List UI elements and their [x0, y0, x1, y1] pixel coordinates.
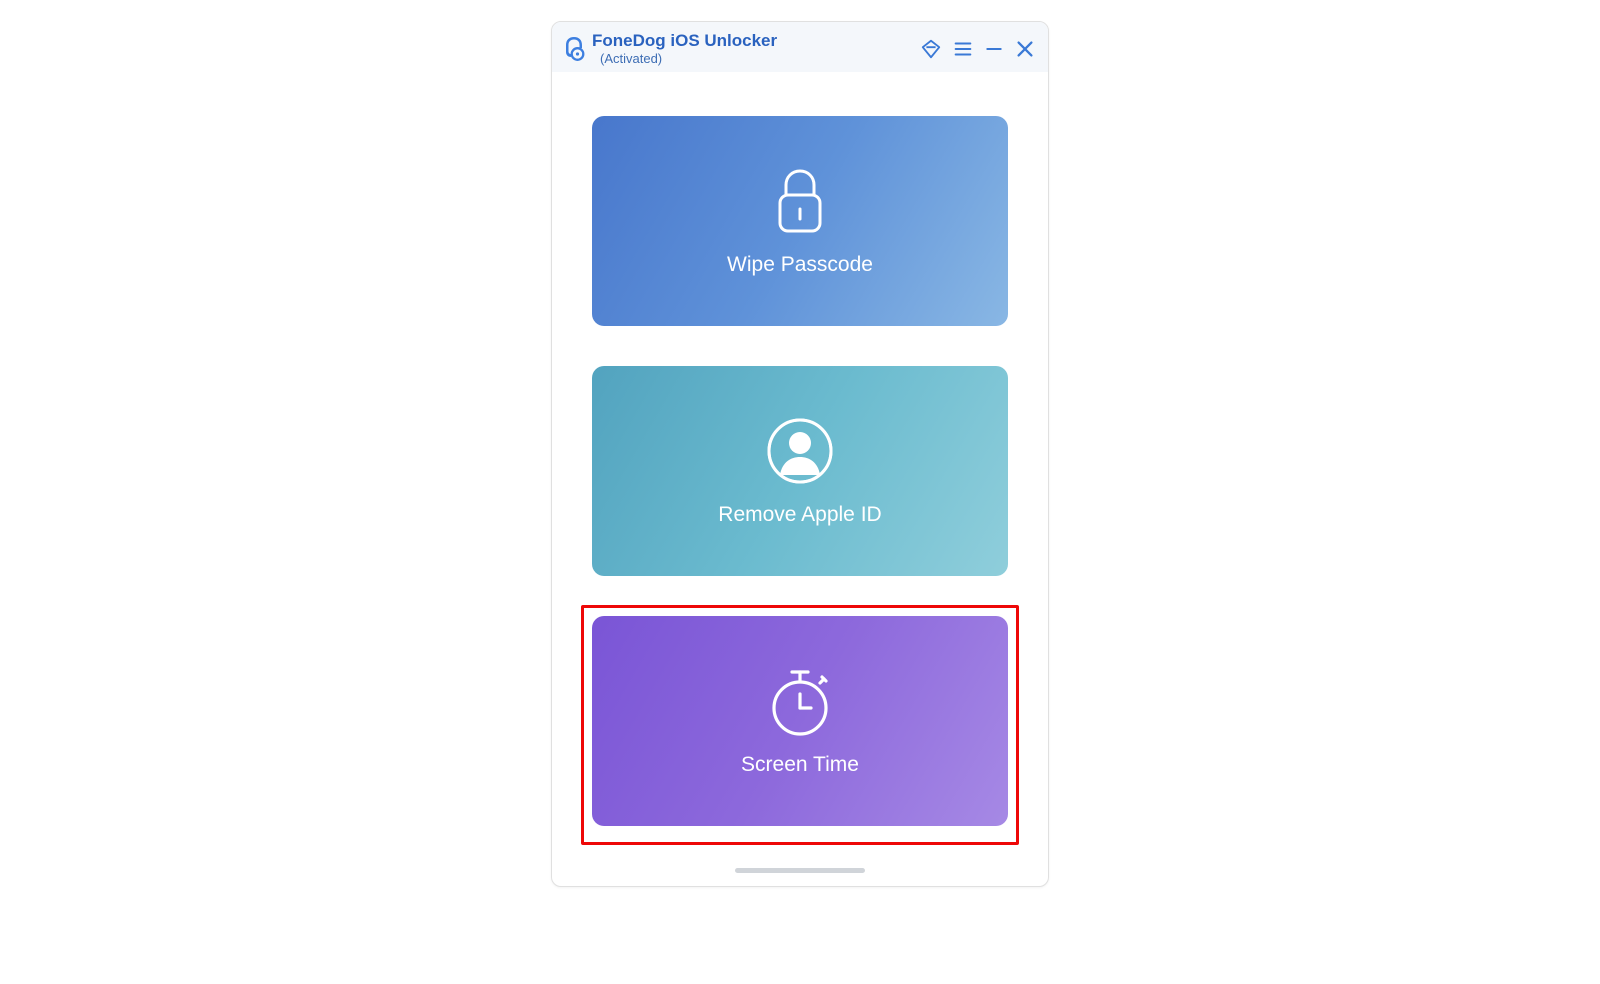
bottom-bar: [552, 856, 1048, 886]
titlebar-left: FoneDog iOS Unlocker (Activated): [562, 30, 777, 68]
screen-time-label: Screen Time: [741, 753, 859, 777]
premium-icon[interactable]: [920, 38, 942, 60]
close-button[interactable]: [1014, 38, 1036, 60]
remove-apple-id-card[interactable]: Remove Apple ID: [592, 366, 1008, 576]
main-content: Wipe Passcode Remove Apple ID: [552, 72, 1048, 856]
lock-icon: [770, 165, 830, 237]
app-title: FoneDog iOS Unlocker: [592, 30, 777, 51]
drag-handle[interactable]: [735, 868, 865, 873]
minimize-button[interactable]: [984, 39, 1004, 59]
app-logo-icon: [562, 34, 586, 64]
app-window: FoneDog iOS Unlocker (Activated): [551, 21, 1049, 887]
app-status: (Activated): [600, 51, 662, 67]
screen-time-card[interactable]: Screen Time: [592, 616, 1008, 826]
stopwatch-icon: [766, 665, 834, 737]
highlight-annotation: Screen Time: [581, 605, 1019, 845]
menu-icon[interactable]: [952, 38, 974, 60]
remove-apple-id-label: Remove Apple ID: [718, 503, 881, 527]
user-icon: [765, 415, 835, 487]
wipe-passcode-card[interactable]: Wipe Passcode: [592, 116, 1008, 326]
titlebar: FoneDog iOS Unlocker (Activated): [552, 22, 1048, 72]
wipe-passcode-label: Wipe Passcode: [727, 253, 873, 277]
app-title-group: FoneDog iOS Unlocker (Activated): [592, 30, 777, 68]
titlebar-controls: [920, 38, 1036, 60]
